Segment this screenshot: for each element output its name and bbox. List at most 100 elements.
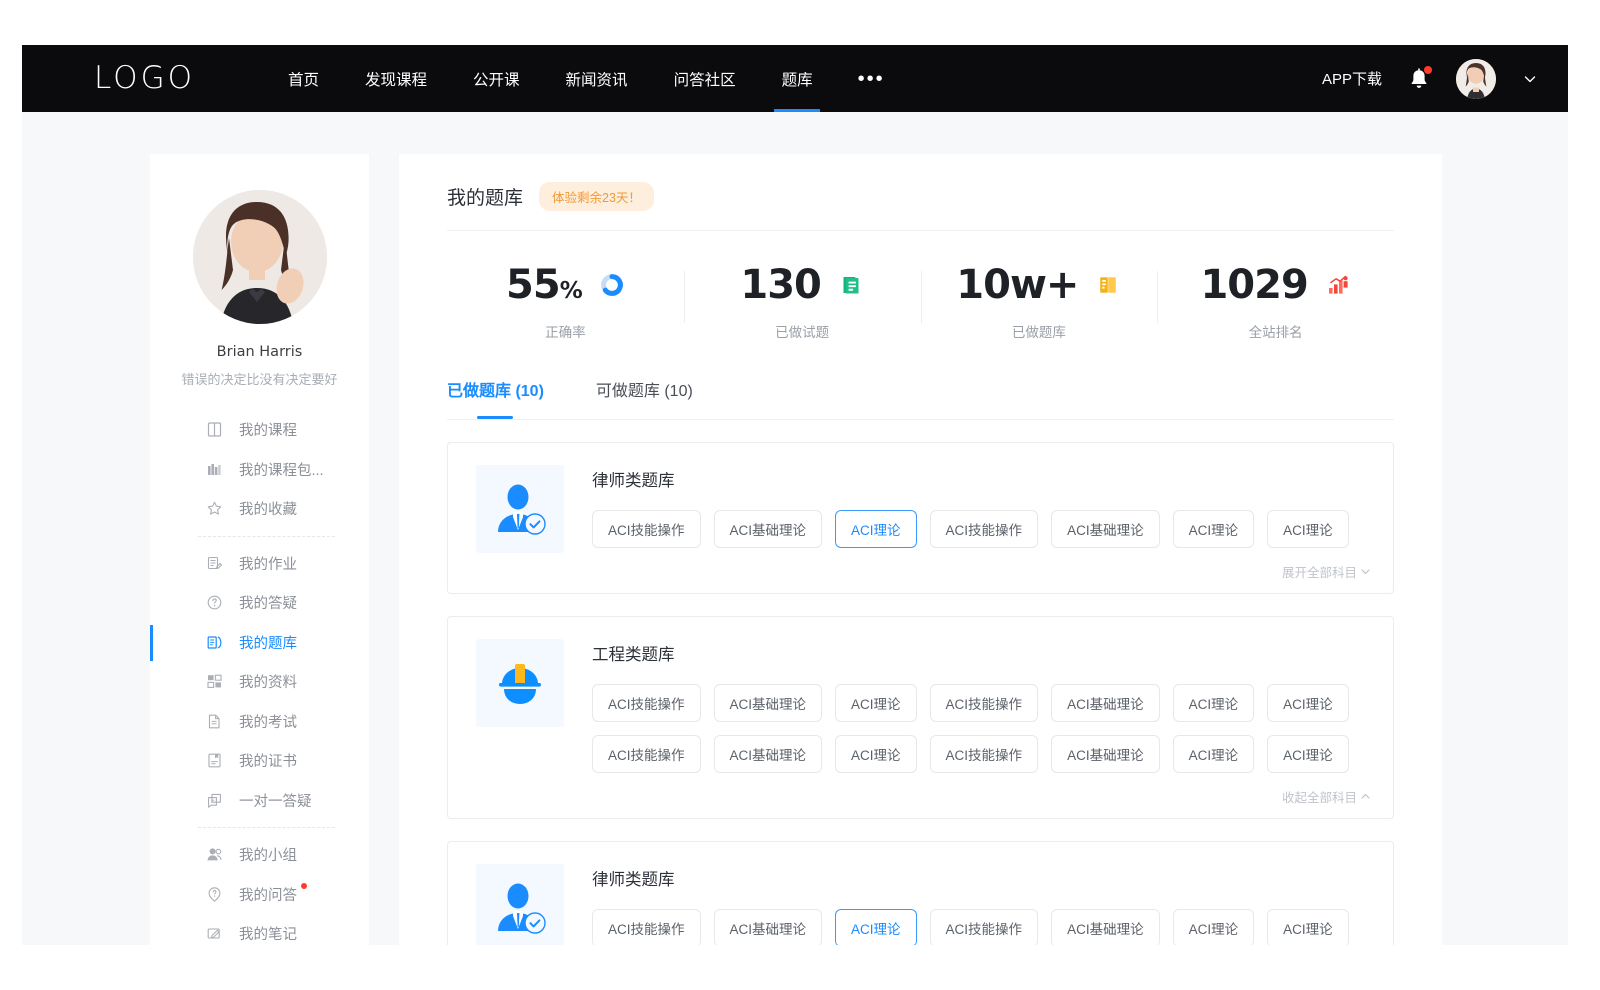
- sidebar-item-my-group[interactable]: 我的小组: [150, 835, 369, 875]
- nav-item-home[interactable]: 首页: [265, 45, 342, 112]
- subject-chip[interactable]: ACI理论: [835, 735, 917, 773]
- page-title: 我的题库: [447, 183, 523, 210]
- unread-dot: [301, 883, 307, 889]
- sidebar-item-my-certificates[interactable]: 我的证书: [150, 741, 369, 781]
- sidebar-item-label: 我的题库: [239, 632, 297, 653]
- card-body: 工程类题库 ACI技能操作 ACI基础理论 ACI理论 ACI技能操作 ACI基…: [592, 639, 1371, 806]
- subject-chip[interactable]: ACI技能操作: [930, 909, 1039, 945]
- chat-bubble-icon: [206, 792, 223, 809]
- subject-chip[interactable]: ACI技能操作: [592, 735, 701, 773]
- nav-item-discover-courses[interactable]: 发现课程: [342, 45, 450, 112]
- subject-chip[interactable]: ACI基础理论: [714, 909, 823, 945]
- sidebar-item-label: 我的证书: [239, 750, 297, 771]
- book-icon: [206, 421, 223, 438]
- subject-chip[interactable]: ACI技能操作: [930, 684, 1039, 722]
- bank-card-list: 律师类题库 ACI技能操作 ACI基础理论 ACI理论 ACI技能操作 ACI基…: [447, 442, 1394, 945]
- nav-item-news[interactable]: 新闻资讯: [543, 45, 651, 112]
- sidebar-item-my-favorites[interactable]: 我的收藏: [150, 489, 369, 529]
- subject-chip[interactable]: ACI基础理论: [1051, 735, 1160, 773]
- stat-value-row: 130: [740, 265, 864, 305]
- subject-chip[interactable]: ACI基础理论: [1051, 510, 1160, 548]
- subject-chip[interactable]: ACI理论: [835, 684, 917, 722]
- nav-item-qa-community[interactable]: 问答社区: [651, 45, 759, 112]
- profile-motto: 错误的决定比没有决定要好: [150, 369, 369, 388]
- user-avatar-nav[interactable]: [1456, 59, 1496, 99]
- star-icon: [206, 500, 223, 517]
- lawyer-icon: [491, 480, 549, 538]
- tab-completed-banks[interactable]: 已做题库 (10): [447, 377, 544, 403]
- subject-chip[interactable]: ACI理论: [1173, 735, 1255, 773]
- exam-icon: [206, 713, 223, 730]
- stat-value: 130: [740, 265, 821, 305]
- subject-chip[interactable]: ACI基础理论: [714, 735, 823, 773]
- bank-card[interactable]: 工程类题库 ACI技能操作 ACI基础理论 ACI理论 ACI技能操作 ACI基…: [447, 616, 1394, 819]
- sidebar-item-my-notes[interactable]: 我的笔记: [150, 914, 369, 945]
- qa-pin-icon: [206, 886, 223, 903]
- stat-value-row: 55%: [506, 265, 625, 305]
- sidebar-item-label: 我的资料: [239, 671, 297, 692]
- subject-chip[interactable]: ACI理论: [1267, 735, 1349, 773]
- sidebar-item-my-course-packages[interactable]: 我的课程包...: [150, 450, 369, 490]
- card-title: 律师类题库: [592, 467, 1371, 491]
- materials-icon: [206, 673, 223, 690]
- subject-chip[interactable]: ACI基础理论: [1051, 684, 1160, 722]
- sidebar-item-my-materials[interactable]: 我的资料: [150, 662, 369, 702]
- subject-chip-selected[interactable]: ACI理论: [835, 909, 917, 945]
- sidebar-item-one-on-one-qna[interactable]: 一对一答疑: [150, 781, 369, 821]
- stat-number: 55: [506, 262, 560, 308]
- app-shell: LOGO 首页 发现课程 公开课 新闻资讯 问答社区 题库 ••• APP下载: [22, 45, 1568, 945]
- sidebar-item-label: 我的小组: [239, 844, 297, 865]
- sidebar-item-my-qna[interactable]: 我的答疑: [150, 583, 369, 623]
- subject-chip[interactable]: ACI理论: [1267, 909, 1349, 945]
- subject-chip[interactable]: ACI理论: [1173, 684, 1255, 722]
- expand-all-subjects-button[interactable]: 展开全部科目: [1282, 562, 1371, 581]
- subject-chip[interactable]: ACI技能操作: [930, 510, 1039, 548]
- app-download-link[interactable]: APP下载: [1322, 68, 1382, 89]
- tab-available-banks[interactable]: 可做题库 (10): [596, 377, 693, 403]
- nav-item-open-class[interactable]: 公开课: [450, 45, 543, 112]
- notification-bell-button[interactable]: [1408, 67, 1430, 91]
- subject-chip[interactable]: ACI技能操作: [592, 909, 701, 945]
- chevron-down-icon[interactable]: [1522, 71, 1538, 87]
- sidebar-item-label: 我的笔记: [239, 923, 297, 944]
- note-pencil-icon: [206, 925, 223, 942]
- page-header: 我的题库 体验剩余23天！: [447, 182, 1394, 231]
- profile-avatar[interactable]: [193, 190, 327, 324]
- expand-label: 展开全部科目: [1282, 562, 1357, 581]
- books-icon: [206, 461, 223, 478]
- subject-chip[interactable]: ACI技能操作: [592, 510, 701, 548]
- subject-chip[interactable]: ACI技能操作: [930, 735, 1039, 773]
- bank-card[interactable]: 律师类题库 ACI技能操作 ACI基础理论 ACI理论 ACI技能操作 ACI基…: [447, 841, 1394, 945]
- subject-chip[interactable]: ACI基础理论: [714, 510, 823, 548]
- question-circle-icon: [206, 594, 223, 611]
- subject-chip[interactable]: ACI理论: [1173, 510, 1255, 548]
- subject-chip[interactable]: ACI理论: [1173, 909, 1255, 945]
- subject-chip[interactable]: ACI基础理论: [714, 684, 823, 722]
- subject-chip-selected[interactable]: ACI理论: [835, 510, 917, 548]
- sidebar-item-my-question-bank[interactable]: 我的题库: [150, 623, 369, 663]
- sidebar-divider: [198, 827, 335, 828]
- stat-label: 已做题库: [1012, 321, 1066, 341]
- card-title: 律师类题库: [592, 866, 1371, 890]
- subject-chip[interactable]: ACI理论: [1267, 510, 1349, 548]
- collapse-all-subjects-button[interactable]: 收起全部科目: [1282, 787, 1371, 806]
- card-thumbnail: [476, 864, 564, 945]
- sidebar-item-label: 我的收藏: [239, 498, 297, 519]
- site-logo[interactable]: LOGO: [94, 63, 195, 94]
- subject-chip[interactable]: ACI理论: [1267, 684, 1349, 722]
- bank-card[interactable]: 律师类题库 ACI技能操作 ACI基础理论 ACI理论 ACI技能操作 ACI基…: [447, 442, 1394, 594]
- subject-chip[interactable]: ACI技能操作: [592, 684, 701, 722]
- card-body: 律师类题库 ACI技能操作 ACI基础理论 ACI理论 ACI技能操作 ACI基…: [592, 864, 1371, 945]
- book-open-icon: [1095, 272, 1121, 298]
- sidebar-item-my-questions[interactable]: 我的问答: [150, 875, 369, 915]
- sidebar-item-label: 一对一答疑: [239, 790, 312, 811]
- sidebar-item-label: 我的课程包...: [239, 459, 324, 480]
- nav-more-icon[interactable]: •••: [836, 45, 907, 112]
- sidebar-item-my-homework[interactable]: 我的作业: [150, 544, 369, 584]
- card-footer: 收起全部科目: [592, 787, 1371, 806]
- stat-banks-done: 10w+ 已做题库: [921, 265, 1158, 341]
- sidebar-item-my-exams[interactable]: 我的考试: [150, 702, 369, 742]
- subject-chip[interactable]: ACI基础理论: [1051, 909, 1160, 945]
- nav-item-question-bank[interactable]: 题库: [759, 45, 836, 112]
- sidebar-item-my-courses[interactable]: 我的课程: [150, 410, 369, 450]
